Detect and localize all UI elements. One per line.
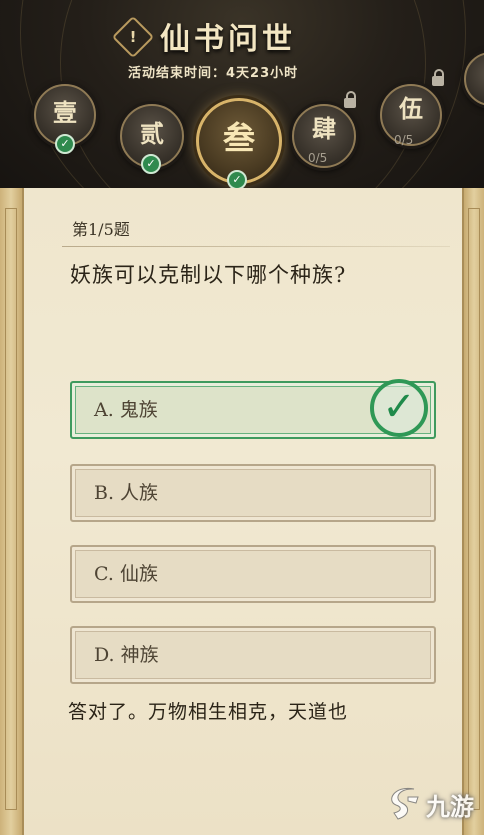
chapter-3-label: 叁 — [222, 119, 255, 157]
chapter-1-label: 壹 — [53, 98, 77, 127]
chapter-4-progress: 0/5 — [308, 151, 328, 165]
option-b-button[interactable]: B. 人族 — [70, 464, 436, 522]
watermark: 九游 — [388, 782, 474, 826]
option-label: B. 人族 — [94, 482, 159, 504]
left-scroll-frame — [0, 188, 24, 835]
chapter-4-label: 肆 — [312, 114, 336, 143]
option-a-button[interactable]: A. 鬼族 ✓ — [70, 379, 436, 439]
right-scroll-frame — [462, 188, 484, 835]
option-label: A. 鬼族 — [94, 399, 158, 421]
chapter-6-medal-partial[interactable] — [464, 52, 484, 106]
event-end-time: 活动结束时间：4天23小时 — [128, 66, 299, 81]
option-d-button[interactable]: D. 神族 — [70, 626, 436, 684]
question-number: 第1/5题 — [72, 220, 130, 239]
question-text: 妖族可以克制以下哪个种族? — [70, 263, 347, 287]
divider — [62, 246, 450, 247]
watermark-text: 九游 — [426, 792, 474, 821]
answer-explanation: 答对了。万物相生相克，天道也 — [68, 701, 349, 723]
top-banner: ! 仙书问世 活动结束时间：4天23小时 壹 ✓ 贰 ✓ 叁 ✓ 肆 0/5 伍… — [0, 0, 484, 200]
lock-icon — [344, 91, 356, 108]
completed-check-icon: ✓ — [55, 134, 75, 154]
option-label: C. 仙族 — [94, 563, 158, 585]
jiuyou-logo-icon — [388, 785, 422, 823]
lock-icon — [432, 69, 444, 86]
option-c-button[interactable]: C. 仙族 — [70, 545, 436, 603]
chapter-5-progress: 0/5 — [394, 133, 414, 147]
page-title: 仙书问世 — [160, 22, 296, 57]
option-label: D. 神族 — [94, 644, 159, 666]
completed-check-icon: ✓ — [141, 154, 161, 174]
chapter-5-label: 伍 — [399, 94, 423, 123]
correct-check-icon: ✓ — [370, 379, 428, 437]
completed-check-icon: ✓ — [227, 170, 247, 190]
